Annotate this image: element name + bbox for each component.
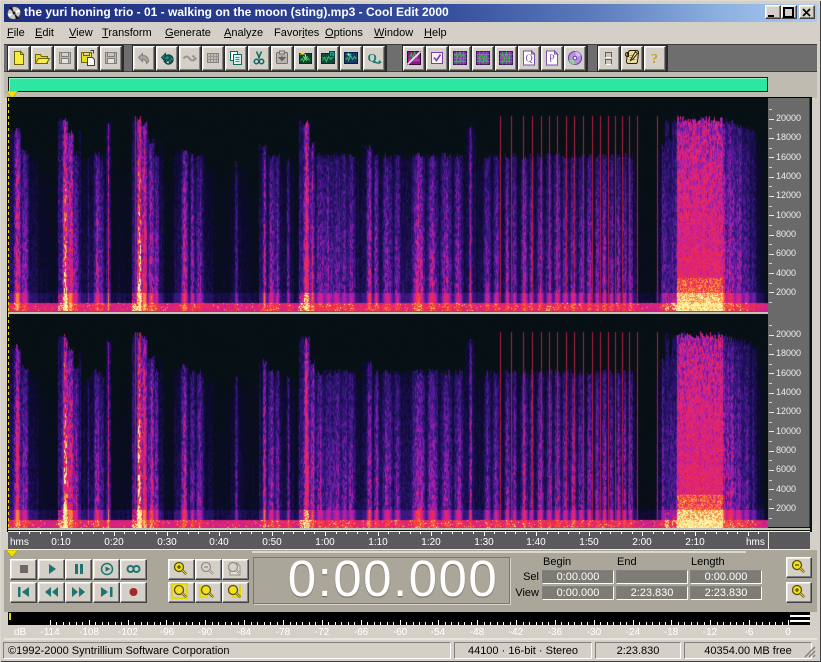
svg-text:?: ? xyxy=(651,52,658,67)
svg-text:Q: Q xyxy=(526,54,534,65)
svg-text:P: P xyxy=(549,54,555,65)
